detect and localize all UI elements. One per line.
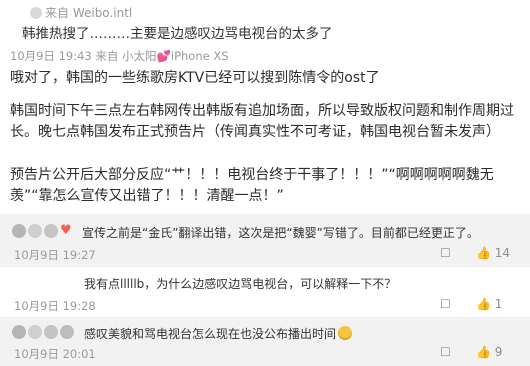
comment-time: 10月9日 20:01 [14, 347, 96, 361]
avatar[interactable] [44, 224, 58, 238]
comment-text: 我有点lllllb，为什么边感叹边骂电视台，可以解释一下不？ [84, 277, 397, 291]
reply-button[interactable]: ☐ [440, 246, 451, 260]
avatar[interactable] [44, 325, 58, 339]
emoji-icon [338, 326, 353, 340]
avatar[interactable] [28, 224, 42, 238]
avatar[interactable] [60, 325, 74, 339]
avatar[interactable] [12, 224, 26, 238]
post-paragraph-3: 预告片公开后大部分反应“艹！！！电视台终于干事了！！！”“啊啊啊啊啊魏无羡”“靠… [10, 167, 494, 204]
comment-item: ♥ 宣传之前是“金氏”翻译出错，这次是把“魏婴”写错了。目前都已经更正了。 10… [0, 214, 530, 267]
heart-icon: ♥ [60, 223, 72, 238]
reply-button[interactable]: ☐ [440, 297, 451, 311]
reply-icon: ☐ [440, 297, 451, 311]
like-button[interactable]: 👍 1 [476, 297, 502, 311]
comment-time: 10月9日 19:28 [14, 299, 96, 313]
like-button[interactable]: 👍 14 [476, 246, 510, 260]
quoted-text: 韩推热搜了………主要是边感叹边骂电视台的太多了 [22, 26, 333, 42]
post-paragraph-1: 哦对了，韩国的一些练歌房KTV已经可以搜到陈情令的ost了 [10, 70, 380, 86]
thumbs-up-icon: 👍 [476, 246, 491, 260]
weibo-logo-icon [30, 7, 42, 19]
comment-text: 感叹美貌和骂电视台怎么现在也没公布播出时间 [84, 325, 353, 342]
like-button[interactable]: 👍 9 [476, 345, 502, 359]
comment-item: 感叹美貌和骂电视台怎么现在也没公布播出时间 10月9日 20:01 ☐ 👍 9 [0, 317, 530, 366]
comment-time: 10月9日 19:27 [14, 248, 96, 262]
avatar[interactable] [28, 325, 42, 339]
avatar[interactable] [12, 325, 26, 339]
comment-text: 宣传之前是“金氏”翻译出错，这次是把“魏婴”写错了。目前都已经更正了。 [82, 226, 479, 240]
post-paragraph-2: 韩国时间下午三点左右韩网传出韩版有追加场面，所以导致版权问题和制作周期过长。晚七… [10, 103, 514, 140]
reply-button[interactable]: ☐ [440, 345, 451, 359]
reply-icon: ☐ [440, 246, 451, 260]
reply-icon: ☐ [440, 345, 451, 359]
comment-item: 我有点lllllb，为什么边感叹边骂电视台，可以解释一下不？ 10月9日 19:… [0, 267, 530, 317]
post-meta: 10月9日 19:43 来自 小太阳💕iPhone XS [10, 49, 229, 63]
post-source: 来自 Weibo.intl [30, 4, 132, 21]
thumbs-up-icon: 👍 [476, 297, 491, 311]
thumbs-up-icon: 👍 [476, 345, 491, 359]
